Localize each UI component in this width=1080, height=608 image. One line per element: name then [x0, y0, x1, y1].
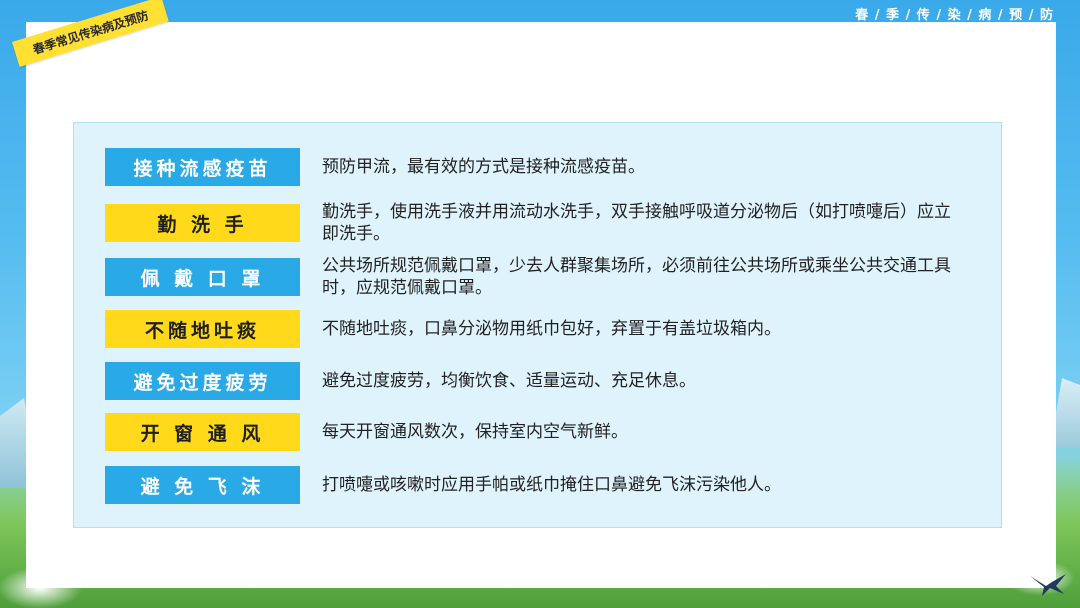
tag-spitting: 不随地吐痰: [105, 310, 300, 348]
desc-droplets: 打喷嚏或咳嗽时应用手帕或纸巾掩住口鼻避免飞沫污染他人。: [322, 475, 781, 495]
tag-handwash: 勤 洗 手: [105, 204, 300, 242]
row-vaccine: 接种流感疫苗 预防甲流，最有效的方式是接种流感疫苗。: [105, 148, 985, 186]
swallow-icon: [1030, 574, 1066, 596]
row-spitting: 不随地吐痰 不随地吐痰，口鼻分泌物用纸巾包好，弃置于有盖垃圾箱内。: [105, 310, 985, 348]
tag-droplets: 避 免 飞 沫: [105, 466, 300, 504]
row-handwash: 勤 洗 手 勤洗手，使用洗手液并用流动水洗手，双手接触呼吸道分泌物后（如打喷嚏后…: [105, 201, 985, 245]
row-droplets: 避 免 飞 沫 打喷嚏或咳嗽时应用手帕或纸巾掩住口鼻避免飞沫污染他人。: [105, 466, 985, 504]
tag-fatigue: 避免过度疲劳: [105, 362, 300, 400]
header-title: 春 / 季 / 传 / 染 / 病 / 预 / 防: [855, 8, 1054, 23]
row-mask: 佩 戴 口 罩 公共场所规范佩戴口罩，少去人群聚集场所，必须前往公共场所或乘坐公…: [105, 255, 985, 299]
desc-fatigue: 避免过度疲劳，均衡饮食、适量运动、充足休息。: [322, 371, 696, 391]
desc-handwash: 勤洗手，使用洗手液并用流动水洗手，双手接触呼吸道分泌物后（如打喷嚏后）应立即洗手…: [322, 202, 951, 244]
desc-mask: 公共场所规范佩戴口罩，少去人群聚集场所，必须前往公共场所或乘坐公共交通工具时，应…: [322, 256, 951, 298]
tag-vaccine: 接种流感疫苗: [105, 148, 300, 186]
desc-ventilation: 每天开窗通风数次，保持室内空气新鲜。: [322, 422, 628, 442]
desc-spitting: 不随地吐痰，口鼻分泌物用纸巾包好，弃置于有盖垃圾箱内。: [322, 319, 781, 339]
desc-vaccine: 预防甲流，最有效的方式是接种流感疫苗。: [322, 157, 645, 177]
row-ventilation: 开 窗 通 风 每天开窗通风数次，保持室内空气新鲜。: [105, 413, 985, 451]
tag-ventilation: 开 窗 通 风: [105, 413, 300, 451]
row-fatigue: 避免过度疲劳 避免过度疲劳，均衡饮食、适量运动、充足休息。: [105, 362, 985, 400]
tag-mask: 佩 戴 口 罩: [105, 258, 300, 296]
